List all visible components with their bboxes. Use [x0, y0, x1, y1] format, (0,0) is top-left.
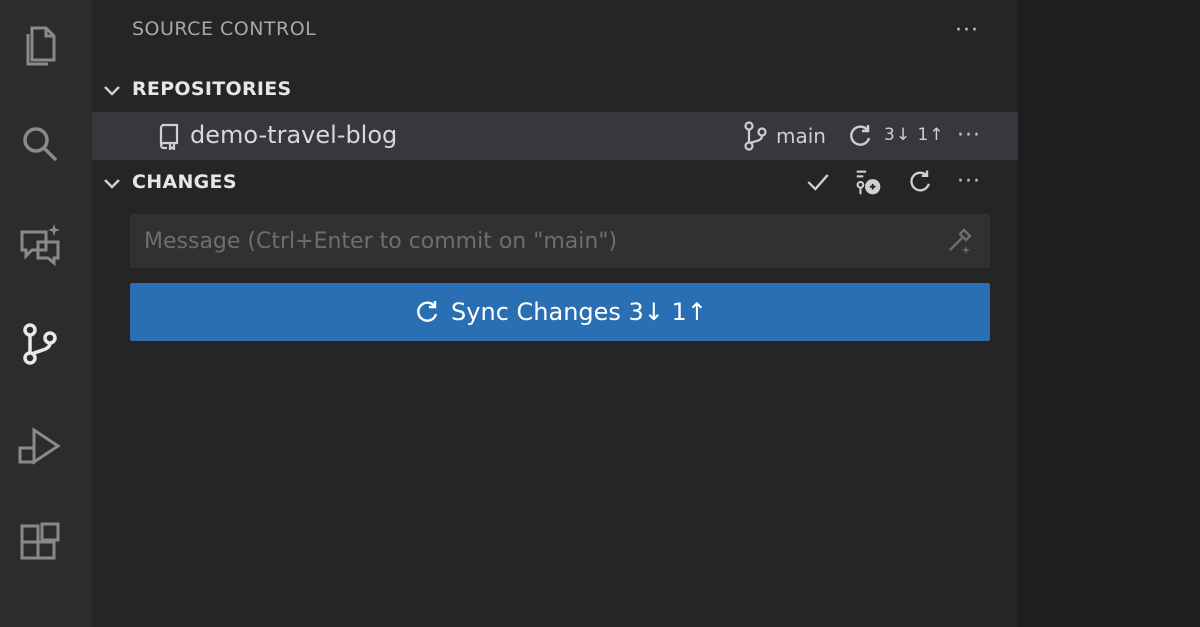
chat-icon[interactable] — [14, 218, 66, 270]
sync-counts[interactable]: 3↓ 1↑ — [884, 125, 945, 145]
activity-bar — [0, 0, 92, 627]
refresh-icon[interactable] — [903, 165, 937, 199]
sparkle-icon[interactable] — [944, 226, 974, 256]
editor-area — [1018, 0, 1200, 627]
files-icon[interactable] — [14, 18, 66, 70]
run-debug-icon[interactable] — [14, 420, 66, 472]
commit-message-input[interactable] — [130, 214, 930, 268]
search-icon[interactable] — [14, 118, 66, 170]
more-icon: ··· — [955, 18, 979, 43]
sidebar-title: SOURCE CONTROL — [132, 18, 317, 40]
commit-message-box — [130, 214, 990, 268]
repo-more-button[interactable]: ··· — [952, 119, 986, 153]
source-control-icon[interactable] — [14, 318, 66, 370]
more-icon: ··· — [957, 169, 981, 194]
more-icon: ··· — [957, 123, 981, 148]
changes-label: CHANGES — [132, 171, 237, 193]
sync-changes-label: Sync Changes 3↓ 1↑ — [451, 298, 707, 326]
branch-icon[interactable] — [740, 120, 770, 152]
sidebar-more-button[interactable]: ··· — [950, 14, 984, 48]
view-graph-icon[interactable] — [851, 165, 885, 199]
branch-name[interactable]: main — [776, 124, 826, 148]
commit-check-icon[interactable] — [801, 165, 835, 199]
repository-row[interactable]: demo-travel-blog main 3↓ 1↑ ··· — [92, 112, 1018, 160]
sync-changes-button[interactable]: Sync Changes 3↓ 1↑ — [130, 283, 990, 341]
repository-name: demo-travel-blog — [190, 121, 398, 149]
chevron-down-icon — [104, 86, 120, 96]
changes-more-button[interactable]: ··· — [952, 165, 986, 199]
chevron-down-icon — [104, 179, 120, 189]
sync-icon[interactable] — [846, 122, 874, 150]
repositories-section-header[interactable]: REPOSITORIES — [92, 68, 1018, 112]
sync-icon — [417, 301, 438, 322]
extensions-icon[interactable] — [14, 518, 66, 570]
source-control-sidebar: SOURCE CONTROL ··· REPOSITORIES demo-tra… — [92, 0, 1018, 627]
repo-icon — [159, 123, 179, 150]
repositories-label: REPOSITORIES — [132, 78, 292, 100]
